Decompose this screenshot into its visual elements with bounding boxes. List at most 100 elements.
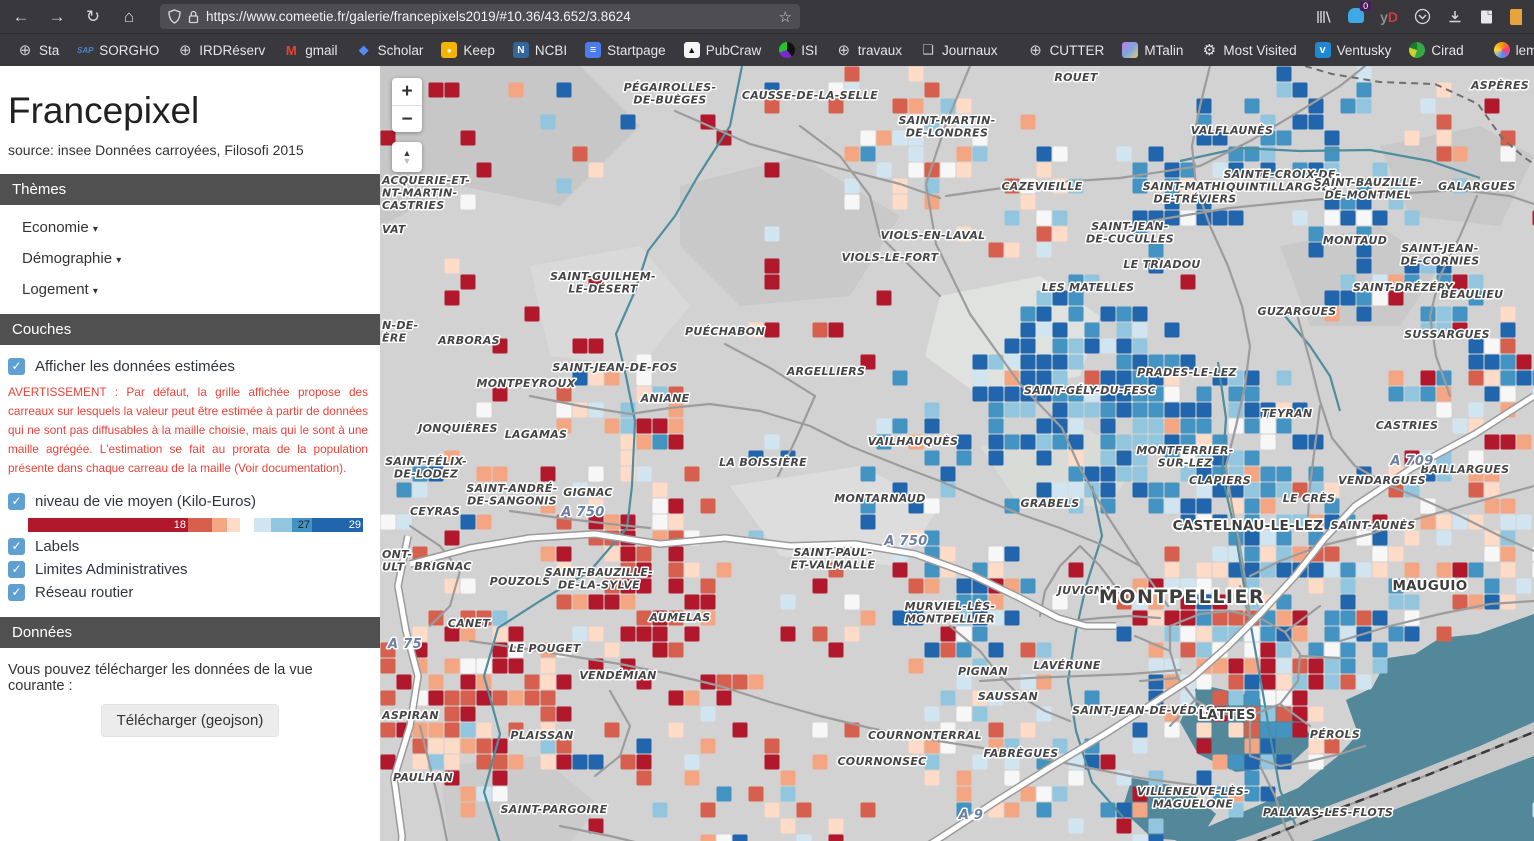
pitch-control[interactable]: ▲ ▼ bbox=[392, 142, 422, 172]
place-label: LE TRIADOU bbox=[1123, 258, 1200, 271]
keep-icon: ● bbox=[441, 42, 457, 58]
zoom-in-button[interactable]: + bbox=[392, 78, 422, 105]
bookmark-item[interactable]: ❏ Journaux bbox=[913, 39, 1005, 61]
legend-segment: 27 bbox=[292, 518, 312, 532]
bookmark-label: lemonde bbox=[1516, 43, 1534, 58]
clipped-extension-icon[interactable] bbox=[1510, 9, 1522, 25]
bookmark-label: Startpage bbox=[607, 43, 666, 58]
globe-icon: ⊕ bbox=[177, 42, 193, 58]
couches-header: Couches bbox=[0, 314, 380, 345]
variable-checkbox[interactable]: ✓ bbox=[8, 493, 25, 510]
bookmark-item[interactable]: MTalin bbox=[1115, 39, 1190, 61]
bookmark-item[interactable]: NNCBI bbox=[506, 39, 574, 61]
map-svg[interactable]: VATN-DE-ÈREACQUERIE-ET-NT-MARTIN-CASTRIE… bbox=[380, 66, 1534, 841]
zoom-out-button[interactable]: − bbox=[392, 105, 422, 132]
legend-segment bbox=[188, 518, 212, 532]
place-label: SAINT-PARGOIRE bbox=[501, 803, 608, 816]
chevron-down-icon: ▾ bbox=[93, 224, 98, 235]
place-label: SAUSSAN bbox=[978, 690, 1038, 703]
bookmark-item[interactable]: ⊕travaux bbox=[829, 39, 909, 61]
theme-dropdown-economie[interactable]: Economie ▾ bbox=[0, 205, 380, 236]
flame-icon bbox=[1494, 42, 1510, 58]
theme-dropdown-logement[interactable]: Logement ▾ bbox=[0, 267, 380, 298]
bookmark-item[interactable]: ISI bbox=[772, 39, 825, 61]
downloader-extension-icon[interactable]: yD bbox=[1380, 9, 1398, 25]
url-bar[interactable]: https://www.comeetie.fr/galerie/francepi… bbox=[160, 4, 800, 29]
home-icon[interactable]: ⌂ bbox=[116, 7, 142, 27]
place-label: ARGELLIERS bbox=[786, 365, 866, 378]
sidebar-page-icon[interactable] bbox=[1479, 9, 1494, 25]
place-label: SAINT-BAUZILLE-DE-LA-SYLVE bbox=[545, 566, 653, 592]
ncbi-icon: N bbox=[513, 42, 529, 58]
legend-segment bbox=[227, 518, 240, 532]
gear-icon: ⚙ bbox=[1201, 42, 1217, 58]
forward-icon[interactable]: → bbox=[44, 7, 70, 27]
bookmark-item[interactable]: ●Keep bbox=[434, 39, 502, 61]
place-label: ASPÈRES bbox=[1470, 78, 1529, 92]
place-label: CLAPIERS bbox=[1189, 474, 1251, 487]
themes-list: Economie ▾Démographie ▾Logement ▾ bbox=[0, 205, 380, 298]
bookmark-item[interactable]: ⊕IRDRéserv bbox=[170, 39, 272, 61]
tracking-shield-icon[interactable] bbox=[168, 9, 181, 24]
bookmark-item[interactable]: ⚙Most Visited bbox=[1194, 39, 1303, 61]
library-icon[interactable] bbox=[1316, 9, 1332, 25]
place-label: SAINT-ANDRÉ-DE-SANGONIS bbox=[466, 482, 557, 508]
globe-icon: ⊕ bbox=[17, 42, 33, 58]
downloads-icon[interactable] bbox=[1447, 9, 1463, 25]
url-text[interactable]: https://www.comeetie.fr/galerie/francepi… bbox=[206, 9, 772, 24]
reload-icon[interactable]: ↻ bbox=[80, 7, 106, 27]
place-label: LES MATELLES bbox=[1042, 281, 1135, 294]
ventusky-icon: v bbox=[1315, 42, 1331, 58]
estimees-checkbox[interactable]: ✓ bbox=[8, 358, 25, 375]
place-label: BAILLARGUES bbox=[1421, 463, 1510, 476]
place-label: SAINT-MARTIN-DE-LONDRES bbox=[899, 114, 996, 140]
lock-icon[interactable] bbox=[188, 10, 199, 24]
bookmark-item[interactable]: ≡Startpage bbox=[578, 39, 673, 61]
layer-checkbox[interactable]: ✓ bbox=[8, 538, 25, 555]
bookmark-item[interactable]: vVentusky bbox=[1308, 39, 1399, 61]
bookmark-item[interactable]: lemonde bbox=[1487, 39, 1534, 61]
layer-checkbox[interactable]: ✓ bbox=[8, 561, 25, 578]
estimees-row: ✓ Afficher les données estimées bbox=[8, 358, 372, 375]
browser-toolbar: ← → ↻ ⌂ https://www.comeetie.fr/galerie/… bbox=[0, 0, 1534, 33]
place-label: SAINT-JEAN-DE-FOS bbox=[552, 361, 677, 374]
pitch-down-icon[interactable]: ▼ bbox=[403, 157, 412, 165]
place-label: VALFLAUNÈS bbox=[1191, 123, 1273, 137]
place-label: SAINT-BAUZILLE-DE-MONTMEL bbox=[1314, 176, 1422, 202]
download-geojson-button[interactable]: Télécharger (geojson) bbox=[101, 704, 280, 737]
bookmark-item[interactable]: SAPSORGHO bbox=[70, 39, 166, 61]
donnees-header: Données bbox=[0, 617, 380, 648]
place-label: GALARGUES bbox=[1438, 180, 1516, 193]
bookmark-item[interactable]: Mgmail bbox=[276, 39, 344, 61]
chevron-down-icon: ▾ bbox=[93, 286, 98, 297]
place-label: CASTRIES bbox=[1376, 419, 1438, 432]
place-label: MONTPELLIER bbox=[1099, 586, 1265, 608]
bookmark-label: Journaux bbox=[942, 43, 998, 58]
bookmark-item[interactable]: ◆Scholar bbox=[349, 39, 431, 61]
pocket-icon[interactable] bbox=[1414, 8, 1431, 25]
bookmark-label: travaux bbox=[858, 43, 902, 58]
back-icon[interactable]: ← bbox=[8, 7, 34, 27]
legend-tick-label: 18 bbox=[174, 518, 186, 532]
bookmark-item[interactable]: ⊕CUTTER bbox=[1021, 39, 1112, 61]
bookmark-item[interactable]: ⊕ Sta bbox=[10, 39, 66, 61]
place-label: COURNONSEC bbox=[837, 755, 926, 768]
bookmark-item[interactable]: ▲PubCraw bbox=[677, 39, 769, 61]
folder-icon: ❏ bbox=[920, 42, 936, 58]
place-label: LA BOISSIÈRE bbox=[719, 455, 807, 469]
map-canvas[interactable]: VATN-DE-ÈREACQUERIE-ET-NT-MARTIN-CASTRIE… bbox=[380, 66, 1534, 841]
download-hint: Vous pouvez télécharger les données de l… bbox=[8, 662, 372, 694]
place-label: PUÉCHABON bbox=[685, 325, 765, 338]
bookmark-label: Sta bbox=[39, 43, 59, 58]
extension-ghost-icon[interactable]: 0 bbox=[1348, 8, 1364, 26]
theme-dropdown-démographie[interactable]: Démographie ▾ bbox=[0, 236, 380, 267]
bookmark-star-icon[interactable]: ☆ bbox=[779, 8, 792, 26]
place-label: POUZOLS bbox=[490, 575, 551, 588]
isi-icon bbox=[779, 42, 795, 58]
bookmark-item[interactable]: Cirad bbox=[1402, 39, 1470, 61]
place-label: SAINT-JEAN-DE-VÉDAS bbox=[1072, 704, 1214, 717]
place-label: MURVIEL-LÈS-MONTPELLIER bbox=[905, 599, 996, 626]
layer-checkbox[interactable]: ✓ bbox=[8, 584, 25, 601]
layer-label: Limites Administratives bbox=[35, 561, 188, 578]
place-label: LAGAMAS bbox=[505, 428, 568, 441]
